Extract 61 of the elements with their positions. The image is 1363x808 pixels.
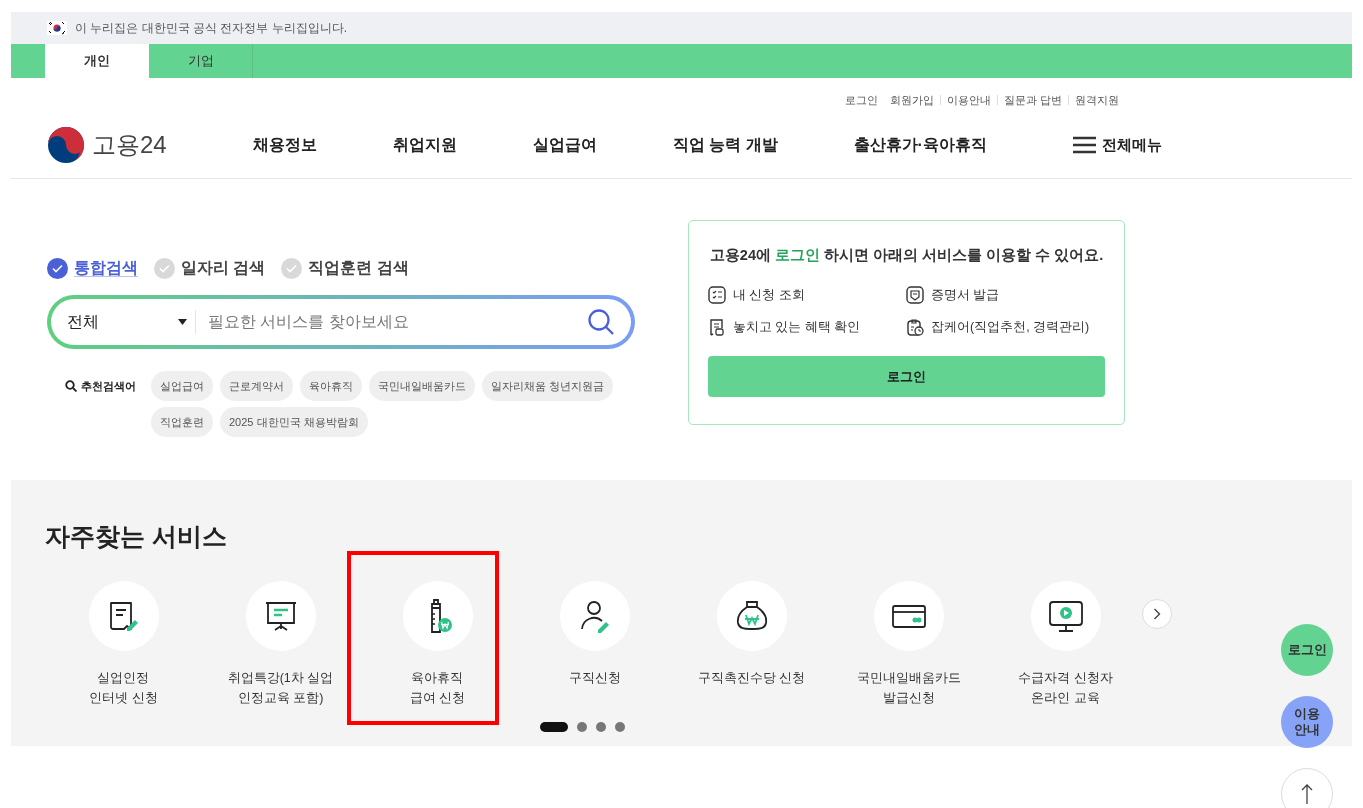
check-circle-icon — [154, 258, 175, 279]
keyword-chip[interactable]: 실업급여 — [151, 371, 213, 401]
utility-link[interactable]: 원격지원 — [1069, 92, 1125, 108]
certificate-icon — [906, 286, 924, 304]
service-feature-text: 놓치고 있는 혜택 확인 — [733, 318, 861, 336]
arrow-up-icon — [1301, 783, 1313, 805]
keyword-chip[interactable]: 일자리채움 청년지원금 — [482, 371, 614, 401]
keyword-chip[interactable]: 근로계약서 — [220, 371, 293, 401]
next-button[interactable] — [1142, 599, 1172, 629]
service-label[interactable]: 취업특강(1차 실업 인정교육 포함) — [227, 668, 334, 708]
chevron-right-icon — [1153, 608, 1161, 620]
keyword-chip[interactable]: 2025 대한민국 채용박람회 — [220, 407, 368, 437]
page-indicator-dot[interactable] — [596, 722, 606, 732]
service-label[interactable]: 국민내일배움카드 발급신청 — [856, 668, 961, 708]
utility-link[interactable]: 회원가입 — [883, 92, 940, 108]
page-indicator-dot[interactable] — [577, 722, 587, 732]
caret-icon — [178, 319, 187, 325]
search-icon — [65, 380, 77, 392]
keyword-chip[interactable]: 직업훈련 — [151, 407, 213, 437]
utility-link[interactable]: 질문과 답변 — [997, 92, 1068, 108]
category-dropdown[interactable]: 전체 — [51, 310, 196, 334]
nav-link[interactable]: 취업지원 — [392, 134, 457, 156]
scroll-top-button[interactable] — [1281, 768, 1333, 808]
career-icon — [906, 318, 924, 336]
utility-link[interactable]: 이용안내 — [940, 92, 997, 108]
nav-link[interactable]: 직업 능력 개발 — [672, 134, 778, 156]
list-icon — [708, 286, 726, 304]
service-label[interactable]: 구직촉진수당 신청 — [697, 668, 806, 688]
nav-link[interactable]: 실업급여 — [532, 134, 597, 156]
utility-link[interactable]: 로그인 — [838, 92, 884, 108]
service-feature-text: 내 신청 조회 — [733, 286, 805, 304]
keyword-chip[interactable]: 육아휴직 — [300, 371, 362, 401]
service-label[interactable]: 육아휴직 급여 신청 — [409, 668, 466, 708]
login-button[interactable]: 로그인 — [708, 356, 1105, 397]
keyword-chip[interactable]: 국민내일배움카드 — [369, 371, 475, 401]
check-circle-icon — [281, 258, 303, 279]
logo-icon — [47, 126, 85, 164]
benefit-icon — [708, 318, 726, 336]
audience-tab[interactable]: 기업 — [149, 44, 253, 78]
search-icon[interactable] — [587, 308, 615, 336]
check-circle-icon — [47, 258, 68, 279]
menu-icon — [1072, 136, 1096, 154]
audience-tab[interactable]: 개인 — [45, 44, 149, 78]
recommended-label: 추천검색어 — [81, 378, 136, 394]
service-label[interactable]: 실업인정 인터넷 신청 — [89, 668, 158, 708]
logo-text[interactable]: 고용24 — [92, 129, 167, 161]
nav-link[interactable]: 출산휴가·육아휴직 — [853, 134, 987, 156]
search-scope-tab[interactable]: 통합검색 — [47, 258, 138, 279]
service-feature-text: 잡케어(직업추천, 경력관리) — [931, 318, 1090, 336]
all-menu-button[interactable]: 전체메뉴 — [1072, 135, 1162, 155]
nav-link[interactable]: 채용정보 — [252, 134, 317, 156]
service-feature-text: 증명서 발급 — [931, 286, 1000, 304]
gov-notice-text: 이 누리집은 대한민국 공식 전자정부 누리집입니다. — [75, 19, 347, 37]
search-scope-tab[interactable]: 일자리 검색 — [154, 258, 266, 279]
service-label[interactable]: 구직신청 — [568, 668, 621, 688]
section-title: 자주찾는 서비스 — [45, 521, 228, 552]
search-scope-tab[interactable]: 직업훈련 검색 — [281, 258, 409, 279]
login-prompt-text: 고용24에 로그인 하시면 아래의 서비스를 이용할 수 있어요. — [708, 246, 1105, 265]
page-indicator-dot[interactable] — [615, 722, 625, 732]
service-label[interactable]: 수급자격 신청자 온라인 교육 — [1018, 668, 1113, 708]
flag-icon — [47, 21, 67, 35]
